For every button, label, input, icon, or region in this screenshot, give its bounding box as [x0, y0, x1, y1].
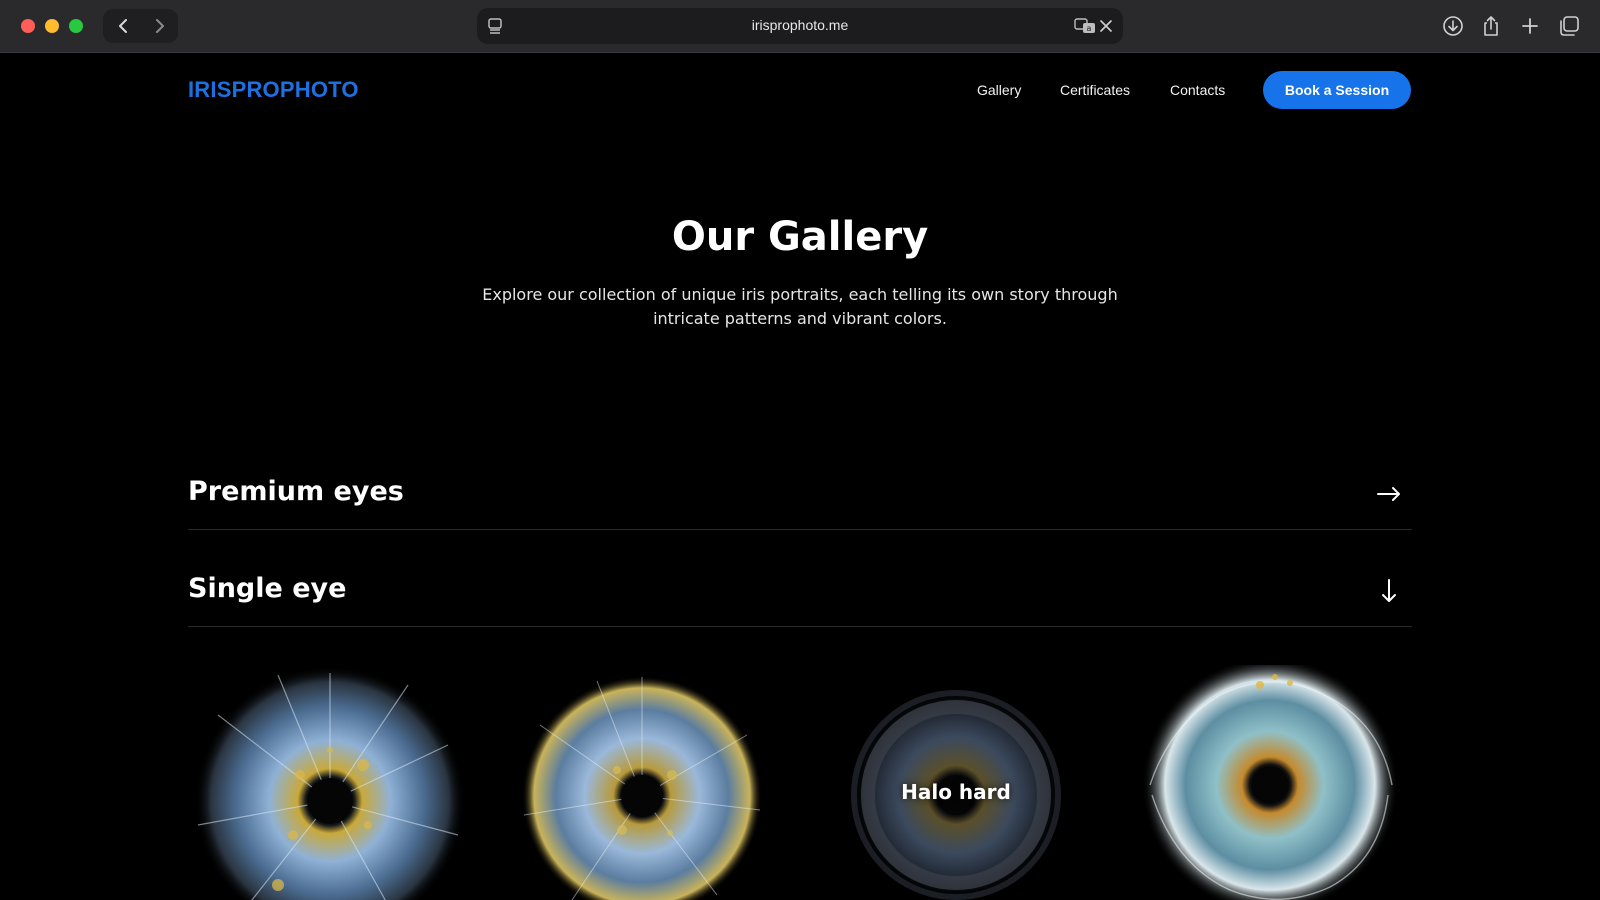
accordion-title: Premium eyes [188, 476, 404, 507]
site-logo[interactable]: IRISPROPHOTO [188, 77, 359, 103]
tabs-overview-icon[interactable] [1557, 14, 1581, 38]
gallery-item-label: Halo hard [901, 780, 1011, 804]
nav-link-contacts[interactable]: Contacts [1170, 82, 1225, 98]
arrow-down-icon[interactable] [1376, 579, 1402, 603]
url-text[interactable]: irisprophoto.me [477, 17, 1123, 33]
forward-icon [155, 19, 164, 33]
share-icon[interactable] [1479, 14, 1503, 38]
new-tab-icon[interactable] [1518, 14, 1542, 38]
book-session-button[interactable]: Book a Session [1263, 71, 1411, 109]
close-icon[interactable] [1098, 18, 1114, 34]
browser-toolbar: irisprophoto.me a [0, 0, 1600, 53]
accordion-premium-eyes[interactable]: Premium eyes [188, 458, 1412, 530]
close-window-button[interactable] [21, 19, 35, 33]
nav-link-certificates[interactable]: Certificates [1060, 82, 1130, 98]
address-bar[interactable]: irisprophoto.me a [477, 8, 1123, 44]
forward-button[interactable] [140, 9, 177, 43]
site-header: IRISPROPHOTO Gallery Certificates Contac… [0, 53, 1600, 128]
arrow-right-icon[interactable] [1376, 482, 1402, 506]
gallery-item[interactable] [188, 665, 468, 900]
accordion-single-eye[interactable]: Single eye [188, 555, 1412, 627]
download-icon[interactable] [1441, 14, 1465, 38]
back-button[interactable] [105, 9, 142, 43]
history-nav-group [103, 9, 178, 43]
gallery-item[interactable]: Halo hard [816, 665, 1096, 900]
zoom-window-button[interactable] [69, 19, 83, 33]
minimize-window-button[interactable] [45, 19, 59, 33]
accordion-title: Single eye [188, 573, 347, 604]
iris-image [1142, 657, 1398, 900]
gallery-item[interactable] [1130, 657, 1410, 900]
svg-text:a: a [1087, 24, 1092, 33]
gallery-item[interactable] [502, 665, 782, 900]
back-icon [118, 19, 127, 33]
iris-image [522, 676, 762, 900]
page-subtitle: Explore our collection of unique iris po… [482, 285, 1118, 328]
translate-icon[interactable]: a [1074, 17, 1096, 35]
nav-link-gallery[interactable]: Gallery [977, 82, 1021, 98]
page-title: Our Gallery [671, 214, 929, 260]
iris-image [195, 666, 465, 900]
